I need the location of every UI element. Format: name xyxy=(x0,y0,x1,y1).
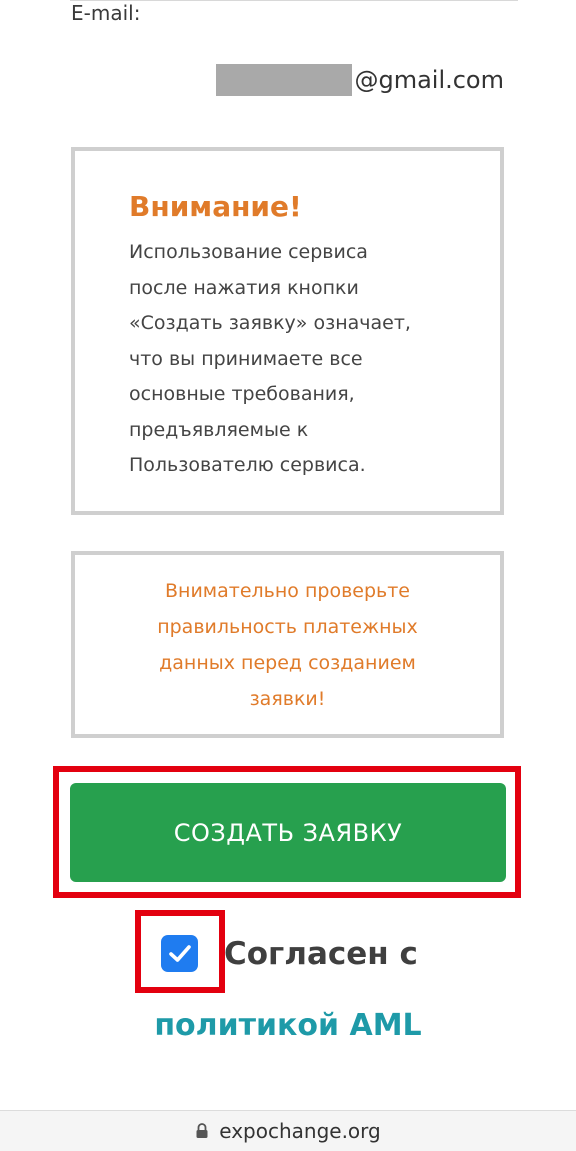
url-text: expochange.org xyxy=(219,1119,381,1143)
email-label: E-mail: xyxy=(71,1,141,25)
browser-url-bar[interactable]: expochange.org xyxy=(0,1110,576,1151)
notice-line: предъявляемые к xyxy=(129,418,309,441)
notice-line: после нажатия кнопки xyxy=(129,276,359,299)
notice-line: что вы принимаете все xyxy=(129,347,363,370)
notice-box: Внимание! Использование сервиса после на… xyxy=(71,147,504,515)
notice-line: основные требования, xyxy=(129,383,355,405)
warning-line: правильность платежных xyxy=(157,615,418,638)
notice-line: «Создать заявку» означает, xyxy=(129,312,411,334)
email-value: @gmail.com xyxy=(216,64,504,96)
lock-icon xyxy=(195,1123,209,1139)
warning-line: данных перед созданием xyxy=(159,651,416,674)
aml-policy-link[interactable]: политикой AML xyxy=(0,1006,576,1046)
create-request-button[interactable]: СОЗДАТЬ ЗАЯВКУ xyxy=(70,783,506,882)
notice-line: Использование сервиса xyxy=(129,241,368,263)
payment-check-warning: Внимательно проверьте правильность плате… xyxy=(71,551,504,738)
agree-checkbox[interactable] xyxy=(161,935,198,972)
agree-label: Согласен с xyxy=(224,936,418,972)
email-redaction xyxy=(216,64,353,96)
warning-text: Внимательно проверьте правильность плате… xyxy=(138,573,438,717)
notice-title: Внимание! xyxy=(129,190,302,223)
checkmark-icon xyxy=(168,944,191,962)
email-domain: @gmail.com xyxy=(354,66,504,94)
warning-line: заявки! xyxy=(249,687,326,710)
notice-line: Пользователю сервиса. xyxy=(129,454,366,476)
notice-text: Использование сервиса после нажатия кноп… xyxy=(129,235,454,484)
warning-line: Внимательно проверьте xyxy=(165,579,410,602)
